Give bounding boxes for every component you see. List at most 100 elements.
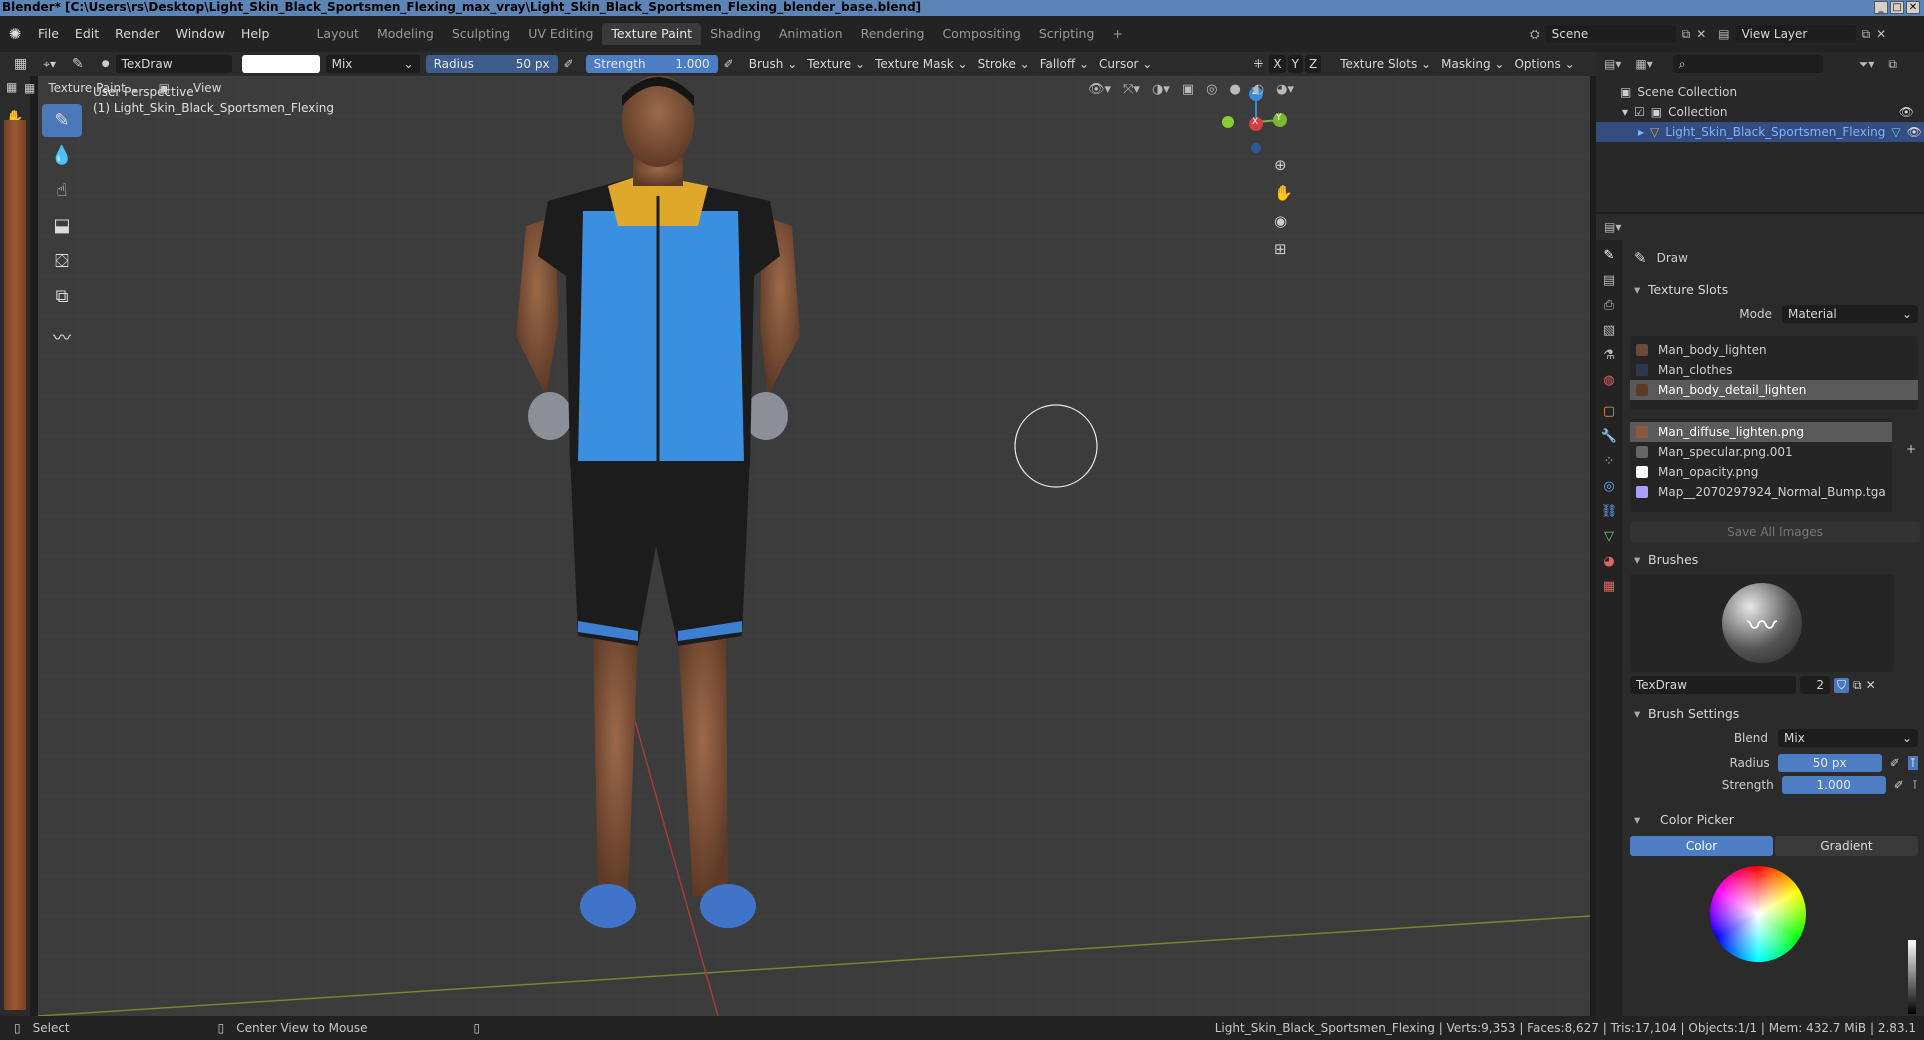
tab-modeling[interactable]: Modeling — [368, 23, 443, 45]
minimize-button[interactable]: _ — [1874, 1, 1888, 14]
brush-mode-icon[interactable]: ⌖▾ — [43, 57, 56, 72]
new-scene-icon[interactable]: ⧉ — [1682, 27, 1691, 42]
filter-icon[interactable]: ⏷▾ — [1859, 57, 1875, 72]
smear-tool-icon[interactable]: ☝ — [42, 174, 82, 207]
scene-selector[interactable]: Scene — [1545, 25, 1676, 43]
slot-item[interactable]: Man_clothes — [1630, 360, 1918, 380]
slot-item[interactable]: Man_diffuse_lighten.png — [1630, 422, 1892, 442]
tab-shading[interactable]: Shading — [701, 23, 770, 45]
add-workspace-button[interactable]: + — [1103, 23, 1131, 45]
grid-view-icon[interactable]: ⊞ — [1274, 240, 1293, 258]
texture-menu[interactable]: Texture ⌄ — [802, 55, 870, 73]
strength-prop-slider[interactable]: 1.000 — [1781, 776, 1886, 794]
data-tab-icon[interactable]: ▽ — [1604, 529, 1614, 544]
eye-icon[interactable]: 👁 — [1907, 125, 1922, 139]
material-tab-icon[interactable]: ◕ — [1603, 554, 1614, 569]
new-collection-icon[interactable]: ⧉ — [1888, 57, 1897, 72]
cursor-menu[interactable]: Cursor ⌄ — [1094, 55, 1157, 73]
view-layer-tab-icon[interactable]: ▧ — [1603, 323, 1615, 338]
value-slider[interactable] — [1908, 940, 1916, 1014]
color-wheel[interactable] — [1710, 866, 1806, 962]
menu-window[interactable]: Window — [168, 23, 233, 45]
3d-viewport[interactable]: User Perspective (1) Light_Skin_Black_Sp… — [38, 76, 1590, 1016]
clone-tool-icon[interactable]: ⬓ — [42, 209, 82, 242]
display-mode-icon[interactable]: ▦▾ — [1635, 57, 1652, 71]
save-all-images-button[interactable]: Save All Images — [1630, 522, 1920, 542]
mask-toggle-icon[interactable]: ▣ — [159, 81, 170, 95]
soften-tool-icon[interactable]: 💧 — [42, 139, 82, 172]
chevron-right-icon[interactable]: ▸ — [1638, 125, 1644, 139]
mirror-y-toggle[interactable]: Y — [1287, 55, 1303, 73]
menu-file[interactable]: File — [30, 23, 67, 45]
radius-prop-slider[interactable]: 50 px — [1777, 754, 1882, 772]
texture-slots-menu[interactable]: Texture Slots ⌄ — [1335, 55, 1436, 73]
slot-item[interactable]: Map__2070297924_Normal_Bump.tga — [1630, 482, 1892, 502]
texture-slots-panel-header[interactable]: Texture Slots — [1626, 278, 1920, 302]
brush-color-swatch[interactable] — [241, 55, 320, 73]
tab-animation[interactable]: Animation — [770, 23, 852, 45]
color-picker-panel-header[interactable]: Color Picker — [1626, 808, 1920, 832]
menu-help[interactable]: Help — [233, 23, 278, 45]
color-tab[interactable]: Color — [1630, 836, 1773, 856]
strength-unit-icon[interactable]: ⊺ — [1912, 778, 1918, 792]
annotate-tool-icon[interactable]: 〰 — [42, 321, 82, 354]
mirror-x-toggle[interactable]: X — [1269, 55, 1286, 73]
particles-tab-icon[interactable]: ⁘ — [1604, 454, 1615, 469]
tab-scripting[interactable]: Scripting — [1030, 23, 1104, 45]
blender-logo-icon[interactable]: ✺ — [0, 25, 30, 43]
object-row[interactable]: ▸ ▽ Light_Skin_Black_Sportsmen_Flexing ▽ 👁 — [1596, 122, 1924, 142]
checkbox-icon[interactable]: ☑ — [1634, 105, 1645, 119]
zoom-icon[interactable]: ⊕ — [1274, 156, 1293, 174]
properties-editor-icon[interactable]: ▤▾ — [1604, 220, 1621, 234]
render-tab-icon[interactable]: ▤ — [1603, 273, 1615, 288]
physics-tab-icon[interactable]: ◎ — [1603, 479, 1614, 494]
brush-settings-panel-header[interactable]: Brush Settings — [1626, 702, 1920, 726]
pan-icon[interactable]: ✋ — [1274, 184, 1293, 202]
radius-pressure-toggle-icon[interactable]: ✐ — [1890, 756, 1900, 770]
menu-edit[interactable]: Edit — [67, 23, 107, 45]
output-tab-icon[interactable]: ⎙ — [1604, 298, 1614, 313]
close-button[interactable]: ✕ — [1906, 1, 1920, 14]
view-menu[interactable]: View — [188, 79, 226, 97]
remove-scene-icon[interactable]: ✕ — [1696, 27, 1706, 41]
brush-icon[interactable]: ✎ — [72, 56, 84, 72]
editor-type-icon[interactable]: ▦ — [14, 56, 27, 72]
outliner-search-input[interactable]: ⌕ — [1672, 55, 1823, 73]
stroke-menu[interactable]: Stroke ⌄ — [973, 55, 1035, 73]
remove-view-layer-icon[interactable]: ✕ — [1876, 27, 1886, 41]
brush-fake-user-icon[interactable]: ● — [102, 59, 110, 69]
image-slot-list[interactable]: Man_diffuse_lighten.png Man_specular.png.… — [1630, 418, 1892, 512]
brush-users-count[interactable]: 2 — [1800, 676, 1830, 694]
maximize-button[interactable]: □ — [1890, 1, 1904, 14]
masking-menu[interactable]: Masking ⌄ — [1436, 55, 1509, 73]
constraints-tab-icon[interactable]: ⛓ — [1601, 504, 1618, 519]
scene-icon[interactable]: ⛭ — [1530, 27, 1540, 42]
draw-tool-icon[interactable]: ✎ — [42, 104, 82, 138]
slot-item[interactable]: Man_body_lighten — [1630, 340, 1918, 360]
mode-dropdown[interactable]: Texture Paint ⌄ — [43, 79, 144, 97]
strength-slider[interactable]: Strength 1.000 — [585, 55, 718, 73]
blend-mode-dropdown[interactable]: Mix ⌄ — [325, 55, 420, 73]
camera-icon[interactable]: ◉ — [1274, 212, 1293, 230]
slot-item[interactable]: Man_body_detail_lighten — [1630, 380, 1918, 400]
mask-tool-icon[interactable]: ⧉ — [42, 280, 82, 313]
falloff-menu[interactable]: Falloff ⌄ — [1035, 55, 1094, 73]
brushes-panel-header[interactable]: Brushes — [1626, 548, 1920, 572]
mirror-z-toggle[interactable]: Z — [1305, 55, 1322, 73]
tab-rendering[interactable]: Rendering — [852, 23, 934, 45]
brush-name-field[interactable]: TexDraw — [115, 55, 232, 73]
slot-mode-dropdown[interactable]: Material ⌄ — [1782, 305, 1918, 323]
strength-pressure-icon[interactable]: ✐ — [724, 57, 734, 71]
outliner-editor-icon[interactable]: ▤▾ — [1604, 57, 1621, 71]
fake-user-shield-icon[interactable]: ⛉ — [1834, 677, 1850, 693]
symmetry-icon[interactable]: ⁜ — [1253, 57, 1263, 71]
brush-preview[interactable]: 〰 — [1630, 574, 1894, 672]
scene-tab-icon[interactable]: ⚗ — [1603, 348, 1615, 363]
modifier-tab-icon[interactable]: 🔧 — [1601, 429, 1617, 444]
add-slot-button[interactable]: + — [1906, 442, 1916, 456]
menu-render[interactable]: Render — [107, 23, 168, 45]
unlink-brush-icon[interactable]: ✕ — [1866, 678, 1876, 692]
slot-item[interactable]: Man_opacity.png — [1630, 462, 1892, 482]
fill-tool-icon[interactable]: ⛋ — [42, 245, 82, 278]
world-tab-icon[interactable]: ◍ — [1603, 373, 1614, 388]
